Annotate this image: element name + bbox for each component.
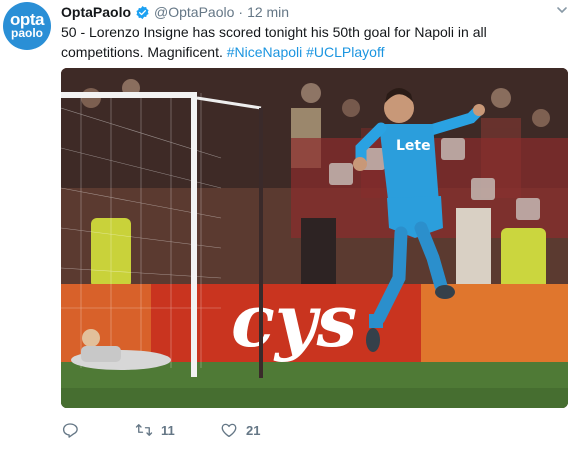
avatar-text-opta: opta [10, 10, 44, 29]
tweet-text: 50 - Lorenzo Insigne has scored tonight … [61, 22, 566, 62]
heart-icon [221, 423, 237, 438]
chevron-down-icon[interactable] [556, 4, 568, 16]
avatar-text-paolo: paolo [11, 26, 43, 40]
display-name[interactable]: OptaPaolo [61, 4, 131, 20]
user-handle[interactable]: @OptaPaolo [154, 4, 234, 20]
retweet-count: 11 [161, 422, 175, 438]
hashtag-link[interactable]: #NiceNapoli [227, 44, 302, 60]
match-photo: cys Lete [61, 68, 568, 408]
retweet-button[interactable]: 11 [135, 419, 220, 441]
tweet-actions: 11 21 [61, 418, 260, 442]
retweet-icon [135, 424, 153, 436]
tweet-card: opta paolo OptaPaolo @OptaPaolo · 12 min… [0, 0, 574, 450]
reply-icon [62, 423, 78, 438]
avatar[interactable]: opta paolo [3, 2, 51, 50]
jersey-sponsor: Lete [396, 138, 431, 154]
tweet-photo[interactable]: cys Lete [61, 68, 568, 408]
tweet-header: OptaPaolo @OptaPaolo · 12 min [61, 3, 289, 21]
like-count: 21 [246, 422, 261, 438]
hashtag-link[interactable]: #UCLPlayoff [306, 44, 384, 60]
timestamp-link[interactable]: 12 min [247, 4, 289, 20]
separator-dot: · [238, 4, 244, 20]
like-button[interactable]: 21 [220, 419, 260, 441]
reply-button[interactable] [61, 419, 135, 441]
ad-board-text: cys [231, 278, 357, 363]
verified-badge-icon [136, 5, 149, 19]
